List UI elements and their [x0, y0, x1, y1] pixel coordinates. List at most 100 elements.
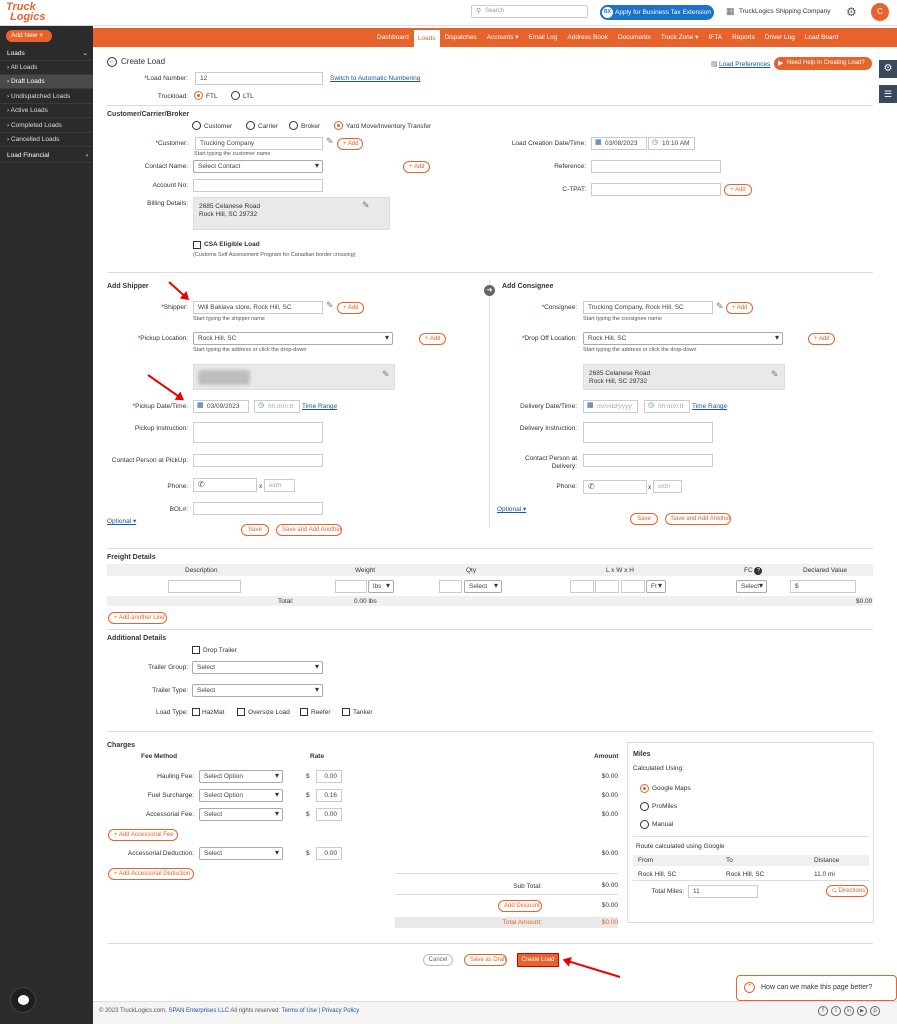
nav-dispatches[interactable]: Dispatches — [440, 28, 482, 47]
edit-drop-address-icon[interactable]: ✎ — [771, 369, 779, 380]
delivery-time-range-link[interactable]: Time Range — [692, 403, 727, 410]
add-discount-button[interactable]: Add Discount — [498, 900, 542, 912]
freight-qty-input[interactable] — [439, 580, 462, 593]
pickup-phone-input[interactable]: ✆ — [193, 478, 257, 492]
create-load-button[interactable]: Create Load — [517, 953, 559, 967]
consignee-save-add-button[interactable]: Save and Add Another — [665, 513, 731, 525]
reference-input[interactable] — [591, 160, 721, 173]
freight-fc-select[interactable]: Select — [736, 580, 767, 593]
add-accessorial-fee-button[interactable]: + Add Accessorial Fee — [108, 829, 178, 841]
sidebar-section-load-financial[interactable]: Load Financial › — [0, 149, 93, 163]
sidebar-item-completed[interactable]: › Completed Loads — [0, 119, 93, 133]
delivery-time-input[interactable]: ◷ hh:mm:tt — [644, 400, 690, 413]
add-accessorial-deduction-button[interactable]: + Add Accessorial Deduction — [108, 868, 194, 880]
tanker-checkbox[interactable] — [342, 708, 350, 716]
facebook-icon[interactable]: f — [818, 1006, 828, 1016]
pickup-instruction-textarea[interactable] — [193, 422, 323, 443]
broker-radio[interactable] — [289, 121, 298, 130]
delivery-phone-input[interactable]: ✆ — [583, 480, 647, 494]
customer-input[interactable]: Trucking Company — [195, 137, 323, 150]
delivery-date-input[interactable]: ▦ mm/dd/yyyy — [583, 400, 638, 413]
hazmat-checkbox[interactable] — [192, 708, 200, 716]
add-customer-button[interactable]: + Add — [337, 138, 363, 150]
add-drop-off-button[interactable]: + Add — [808, 333, 835, 345]
contact-name-select[interactable]: Select Contact — [193, 160, 323, 173]
pickup-date-input[interactable]: ▦ 03/09/2023 — [193, 400, 249, 413]
footer-terms-link[interactable]: Terms of Use — [282, 1008, 317, 1014]
auto-numbering-link[interactable]: Switch to Automatic Numbering — [330, 75, 420, 82]
trailer-group-select[interactable]: Select — [192, 661, 323, 674]
cancel-button[interactable]: Cancel — [423, 954, 453, 966]
shipper-save-add-button[interactable]: Save and Add Another — [276, 524, 342, 536]
trailer-type-select[interactable]: Select — [192, 684, 323, 697]
footer-span-link[interactable]: SPAN Enterprises LLC — [168, 1008, 229, 1014]
accessorial-deduction-rate-input[interactable]: 0.00 — [316, 847, 342, 860]
nav-email-log[interactable]: Email Log — [524, 28, 563, 47]
twitter-icon[interactable]: t — [831, 1006, 841, 1016]
footer-privacy-link[interactable]: Privacy Policy — [322, 1008, 359, 1014]
chat-bubble-icon[interactable] — [10, 987, 36, 1013]
accessorial-fee-rate-input[interactable]: 0.00 — [316, 808, 342, 821]
sidebar-item-all-loads[interactable]: › All Loads — [0, 61, 93, 75]
creation-date-input[interactable]: ▦ 03/08/2023 — [591, 137, 647, 150]
add-consignee-button[interactable]: + Add — [726, 302, 753, 314]
user-avatar[interactable]: C — [871, 3, 889, 21]
nav-accounts[interactable]: Accounts ▾ — [482, 28, 524, 47]
freight-declared-value-input[interactable]: $ — [790, 580, 856, 593]
freight-height-input[interactable] — [621, 580, 645, 593]
pinterest-icon[interactable]: p — [870, 1006, 880, 1016]
promiles-radio[interactable] — [640, 802, 649, 811]
pickup-ext-input[interactable]: extn — [264, 479, 295, 492]
add-shipper-button[interactable]: + Add — [337, 302, 364, 314]
load-number-input[interactable]: 12 — [195, 72, 323, 85]
freight-width-input[interactable] — [595, 580, 619, 593]
yard-move-radio[interactable] — [334, 121, 343, 130]
drop-trailer-checkbox[interactable] — [192, 646, 200, 654]
delivery-instruction-textarea[interactable] — [583, 422, 713, 443]
ftl-radio[interactable] — [194, 91, 203, 100]
nav-documents[interactable]: Documents — [613, 28, 656, 47]
sidebar-item-undispatched[interactable]: › Undispatched Loads — [0, 90, 93, 104]
youtube-icon[interactable]: ▶ — [857, 1006, 867, 1016]
reefer-checkbox[interactable] — [300, 708, 308, 716]
freight-length-input[interactable] — [570, 580, 594, 593]
delivery-ext-input[interactable]: extn — [653, 480, 682, 493]
save-as-draft-button[interactable]: Save as Draft — [464, 954, 507, 966]
search-box[interactable]: ⚲ Search — [471, 5, 588, 18]
floating-notes-icon[interactable]: ☰ — [879, 85, 897, 103]
consignee-save-button[interactable]: Save — [630, 513, 658, 525]
company-name[interactable]: TruckLogics Shipping Company — [739, 8, 831, 15]
freight-qty-select[interactable]: Select — [464, 580, 502, 593]
add-pickup-location-button[interactable]: + Add — [419, 333, 446, 345]
add-contact-button[interactable]: + Add — [403, 161, 430, 173]
csa-checkbox[interactable] — [193, 241, 201, 249]
ctpat-input[interactable] — [591, 183, 721, 196]
directions-button[interactable]: ⮎ Directions — [826, 885, 868, 897]
customer-radio[interactable] — [192, 121, 201, 130]
add-ctpat-button[interactable]: + Add — [724, 184, 752, 196]
edit-shipper-icon[interactable]: ✎ — [326, 300, 334, 311]
add-freight-line-button[interactable]: + Add another Line — [108, 612, 167, 624]
drop-off-select[interactable]: Rock Hill, SC — [583, 332, 783, 345]
bol-input[interactable] — [193, 502, 323, 515]
accessorial-fee-select[interactable]: Select — [199, 808, 283, 821]
sidebar-section-loads[interactable]: Loads ⌄ — [0, 47, 93, 61]
nav-dashboard[interactable]: Dashboard — [372, 28, 414, 47]
load-preferences-link[interactable]: Load Preferences — [719, 61, 770, 68]
hauling-fee-rate-input[interactable]: 0.00 — [316, 770, 342, 783]
back-icon[interactable]: ← — [107, 57, 117, 67]
help-icon[interactable]: ? — [754, 567, 763, 575]
edit-icon[interactable]: ✎ — [326, 136, 334, 147]
google-maps-radio[interactable] — [640, 784, 649, 793]
pickup-contact-input[interactable] — [193, 454, 323, 467]
account-no-input[interactable] — [193, 179, 323, 192]
logo[interactable]: Truck Logics — [6, 2, 52, 24]
carrier-radio[interactable] — [246, 121, 255, 130]
ltl-radio[interactable] — [231, 91, 240, 100]
feedback-panel[interactable]: ⌃ How can we make this page better? — [736, 975, 897, 1001]
creation-time-input[interactable]: ◷ 10:10 AM — [648, 137, 695, 150]
freight-weight-input[interactable] — [335, 580, 367, 593]
shipper-save-button[interactable]: Save — [241, 524, 269, 536]
consignee-input[interactable]: Trucking Company, Rock Hill, SC — [583, 301, 713, 314]
edit-consignee-icon[interactable]: ✎ — [716, 301, 724, 312]
